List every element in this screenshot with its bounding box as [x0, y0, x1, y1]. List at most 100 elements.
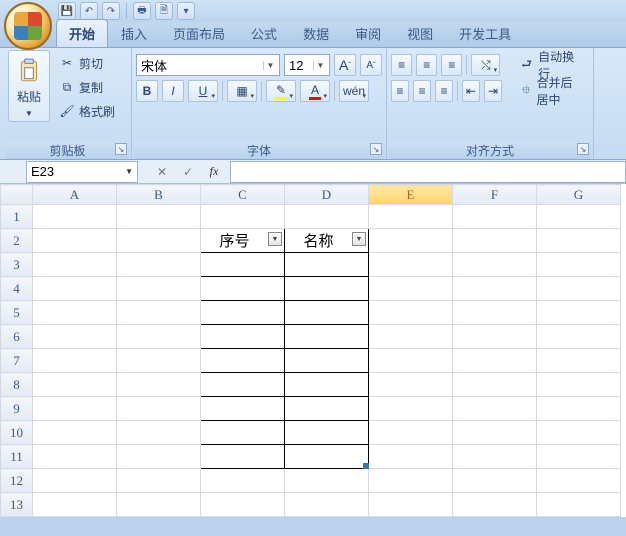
- cell-D13[interactable]: [285, 493, 369, 517]
- cell-G13[interactable]: [537, 493, 621, 517]
- copy-button[interactable]: ⧉ 复制: [54, 76, 120, 98]
- cell-C5[interactable]: [201, 301, 285, 325]
- cell-B11[interactable]: [117, 445, 201, 469]
- cell-E1[interactable]: [369, 205, 453, 229]
- paste-button[interactable]: 粘贴 ▼: [8, 50, 50, 122]
- cell-D9[interactable]: [285, 397, 369, 421]
- cell-C9[interactable]: [201, 397, 285, 421]
- shrink-font-button[interactable]: Aˇ: [360, 54, 382, 76]
- font-size-combo[interactable]: 12 ▼: [284, 54, 330, 76]
- row-header-13[interactable]: 13: [1, 493, 33, 517]
- cell-D10[interactable]: [285, 421, 369, 445]
- font-color-button[interactable]: A: [300, 80, 330, 102]
- cell-G2[interactable]: [537, 229, 621, 253]
- alignment-launcher[interactable]: ↘: [577, 143, 589, 155]
- cell-C7[interactable]: [201, 349, 285, 373]
- cell-D3[interactable]: [285, 253, 369, 277]
- cell-B7[interactable]: [117, 349, 201, 373]
- row-header-9[interactable]: 9: [1, 397, 33, 421]
- cell-G6[interactable]: [537, 325, 621, 349]
- cell-C4[interactable]: [201, 277, 285, 301]
- cell-C6[interactable]: [201, 325, 285, 349]
- row-header-10[interactable]: 10: [1, 421, 33, 445]
- cell-F1[interactable]: [453, 205, 537, 229]
- tab-insert[interactable]: 插入: [108, 19, 160, 47]
- cell-F3[interactable]: [453, 253, 537, 277]
- column-header-G[interactable]: G: [537, 185, 621, 205]
- filter-button[interactable]: ▼: [268, 232, 282, 246]
- cell-A4[interactable]: [33, 277, 117, 301]
- cell-D12[interactable]: [285, 469, 369, 493]
- cell-B9[interactable]: [117, 397, 201, 421]
- column-header-F[interactable]: F: [453, 185, 537, 205]
- cell-B12[interactable]: [117, 469, 201, 493]
- italic-button[interactable]: I: [162, 80, 184, 102]
- row-header-7[interactable]: 7: [1, 349, 33, 373]
- cell-C1[interactable]: [201, 205, 285, 229]
- cell-A6[interactable]: [33, 325, 117, 349]
- row-header-3[interactable]: 3: [1, 253, 33, 277]
- qat-print-button[interactable]: 🖶: [133, 2, 151, 20]
- border-button[interactable]: ▦: [227, 80, 257, 102]
- cell-D5[interactable]: [285, 301, 369, 325]
- cell-B3[interactable]: [117, 253, 201, 277]
- cell-D6[interactable]: [285, 325, 369, 349]
- table-resize-handle[interactable]: [363, 463, 369, 469]
- cell-G3[interactable]: [537, 253, 621, 277]
- cell-F10[interactable]: [453, 421, 537, 445]
- cell-C13[interactable]: [201, 493, 285, 517]
- cell-F4[interactable]: [453, 277, 537, 301]
- cell-A9[interactable]: [33, 397, 117, 421]
- align-middle-button[interactable]: ≡: [416, 54, 437, 76]
- grow-font-button[interactable]: Aˆ: [334, 54, 356, 76]
- name-box[interactable]: E23 ▼: [26, 161, 138, 183]
- insert-function-button[interactable]: fx: [202, 162, 226, 182]
- cell-E2[interactable]: [369, 229, 453, 253]
- column-header-A[interactable]: A: [33, 185, 117, 205]
- indent-increase-button[interactable]: ⇥: [484, 80, 502, 102]
- tab-view[interactable]: 视图: [394, 19, 446, 47]
- cell-A1[interactable]: [33, 205, 117, 229]
- cell-D1[interactable]: [285, 205, 369, 229]
- cell-A8[interactable]: [33, 373, 117, 397]
- enter-formula-button[interactable]: ✓: [176, 162, 200, 182]
- cell-E3[interactable]: [369, 253, 453, 277]
- cell-F2[interactable]: [453, 229, 537, 253]
- cell-E5[interactable]: [369, 301, 453, 325]
- align-top-button[interactable]: ≡: [391, 54, 412, 76]
- cell-B2[interactable]: [117, 229, 201, 253]
- cell-F6[interactable]: [453, 325, 537, 349]
- cell-A10[interactable]: [33, 421, 117, 445]
- cell-B8[interactable]: [117, 373, 201, 397]
- cell-E13[interactable]: [369, 493, 453, 517]
- cell-D4[interactable]: [285, 277, 369, 301]
- cell-G11[interactable]: [537, 445, 621, 469]
- cell-G7[interactable]: [537, 349, 621, 373]
- chevron-down-icon[interactable]: ▼: [263, 61, 277, 70]
- cell-F11[interactable]: [453, 445, 537, 469]
- tab-data[interactable]: 数据: [290, 19, 342, 47]
- cell-D11[interactable]: [285, 445, 369, 469]
- cell-A12[interactable]: [33, 469, 117, 493]
- orientation-button[interactable]: ⤭: [471, 54, 500, 76]
- phonetic-button[interactable]: wén: [339, 80, 369, 102]
- column-header-C[interactable]: C: [201, 185, 285, 205]
- tab-review[interactable]: 审阅: [342, 19, 394, 47]
- worksheet[interactable]: ABCDEFG12序号▼名称▼345678910111213: [0, 184, 626, 517]
- column-header-E[interactable]: E: [369, 185, 453, 205]
- cell-E12[interactable]: [369, 469, 453, 493]
- column-header-D[interactable]: D: [285, 185, 369, 205]
- qat-redo-button[interactable]: ↷: [102, 2, 120, 20]
- cancel-formula-button[interactable]: ✕: [150, 162, 174, 182]
- cell-C2[interactable]: 序号▼: [201, 229, 285, 253]
- row-header-12[interactable]: 12: [1, 469, 33, 493]
- indent-decrease-button[interactable]: ⇤: [462, 80, 480, 102]
- bold-button[interactable]: B: [136, 80, 158, 102]
- cell-B5[interactable]: [117, 301, 201, 325]
- align-left-button[interactable]: ≡: [391, 80, 409, 102]
- column-header-B[interactable]: B: [117, 185, 201, 205]
- cell-G4[interactable]: [537, 277, 621, 301]
- align-right-button[interactable]: ≡: [435, 80, 453, 102]
- chevron-down-icon[interactable]: ▼: [125, 167, 133, 176]
- cell-F12[interactable]: [453, 469, 537, 493]
